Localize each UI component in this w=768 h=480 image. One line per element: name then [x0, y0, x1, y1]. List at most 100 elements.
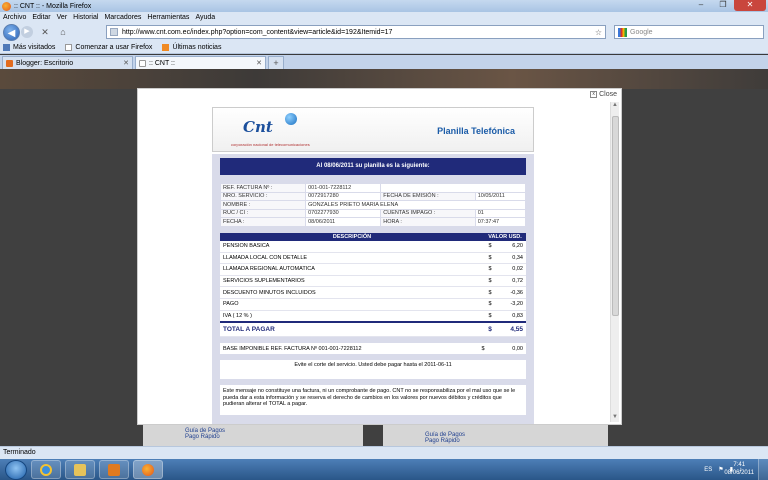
bookmark-comenzar[interactable]: Comenzar a usar Firefox — [65, 44, 152, 51]
bookmark-ultimas-noticias[interactable]: Últimas noticias — [162, 44, 221, 51]
background-links-left: Guía de Pagos Pago Rápido — [185, 428, 225, 440]
ie-icon — [40, 463, 52, 476]
total-value: 4,55 — [496, 320, 526, 338]
window-title: :: CNT :: - Mozilla Firefox — [14, 2, 92, 10]
bookmark-label: Más visitados — [13, 44, 56, 51]
base-currency: $ — [481, 345, 485, 352]
table-row: DESCUENTO MINUTOS INCLUIDOS $ -0,36 — [220, 286, 526, 299]
scroll-down-icon[interactable]: ▼ — [611, 414, 619, 422]
invoice-header: Cnt corporación nacional de telecomunica… — [212, 107, 534, 152]
invoice-banner: Al 08/06/2011 su planilla es la siguient… — [220, 158, 526, 175]
scroll-up-icon[interactable]: ▲ — [611, 102, 619, 110]
charges-table: DESCRIPCIÓN VALOR USD. PENSION BASICA $ … — [220, 232, 526, 338]
total-currency: $ — [484, 320, 496, 338]
tab-label: Blogger: Escritorio — [16, 59, 74, 67]
total-row: TOTAL A PAGAR $ 4,55 — [220, 320, 526, 338]
search-bar[interactable]: Google — [614, 25, 764, 39]
menu-ayuda[interactable]: Ayuda — [195, 14, 215, 21]
maximize-button[interactable]: ❐ — [712, 0, 734, 11]
customer-info-table: REF. FACTURA Nº : 001-001-7228112 NRO. S… — [219, 183, 527, 227]
time-label: HORA : — [380, 217, 476, 227]
forward-button[interactable]: ▶ — [21, 26, 33, 38]
payment-notice: Evite el corte del servicio. Usted debe … — [220, 360, 526, 380]
close-tab-icon[interactable]: ✕ — [256, 59, 262, 67]
window-title-bar[interactable]: :: CNT :: - Mozilla Firefox – ❐ ✕ — [0, 0, 768, 12]
ref-value: 001-001-7228112 — [305, 183, 382, 193]
base-value: 0,00 — [512, 345, 523, 352]
menu-ver[interactable]: Ver — [57, 14, 68, 21]
close-tab-icon[interactable]: ✕ — [123, 59, 129, 67]
row-value: 0,02 — [496, 263, 526, 276]
page-favicon-icon — [110, 28, 118, 36]
menu-archivo[interactable]: Archivo — [3, 14, 26, 21]
invoice-body: Al 08/06/2011 su planilla es la siguient… — [212, 154, 534, 424]
page-banner-image — [0, 69, 768, 89]
menu-historial[interactable]: Historial — [73, 14, 98, 21]
row-desc: DESCUENTO MINUTOS INCLUIDOS — [220, 286, 484, 299]
name-label: NOMBRE : — [219, 200, 307, 210]
taskbar-media-player[interactable] — [99, 460, 129, 479]
bookmark-mas-visitados[interactable]: Más visitados — [3, 44, 55, 51]
scrollbar-thumb[interactable] — [612, 116, 619, 316]
cnt-logo: Cnt — [243, 118, 273, 136]
row-desc: PAGO — [220, 298, 484, 311]
clock-time: 7:41 — [733, 462, 746, 468]
row-value: -3,20 — [496, 298, 526, 311]
total-label: TOTAL A PAGAR — [220, 320, 484, 338]
link-pago-rapido[interactable]: Pago Rápido — [425, 438, 465, 444]
time-value: 07:37:47 — [474, 217, 527, 227]
page-icon — [139, 59, 146, 67]
row-value: 0,72 — [496, 275, 526, 288]
service-value: 0072917280 — [305, 191, 382, 201]
row-desc: SERVICIOS SUPLEMENTARIOS — [220, 275, 484, 288]
bookmark-folder-icon — [3, 44, 10, 51]
tab-blogger[interactable]: Blogger: Escritorio ✕ — [2, 56, 133, 69]
col-description: DESCRIPCIÓN — [220, 232, 484, 241]
navigation-toolbar: ◀ ▶ ✕ ⌂ http://www.cnt.com.ec/index.php?… — [0, 22, 768, 42]
empty-cell — [380, 183, 526, 193]
row-value: -0,36 — [496, 286, 526, 299]
language-indicator[interactable]: ES — [704, 467, 712, 473]
table-row: LLAMADA REGIONAL AUTOMATICA $ 0,02 — [220, 263, 526, 276]
link-pago-rapido[interactable]: Pago Rápido — [185, 434, 225, 440]
flag-icon[interactable]: ⚑ — [718, 466, 723, 473]
start-button[interactable] — [5, 459, 27, 480]
taskbar-explorer[interactable] — [65, 460, 95, 479]
new-tab-button[interactable]: + — [268, 56, 284, 69]
menu-herramientas[interactable]: Herramientas — [147, 14, 189, 21]
url-bar[interactable]: http://www.cnt.com.ec/index.php?option=c… — [106, 25, 606, 39]
clock-date: 08/06/2011 — [724, 470, 754, 476]
tab-cnt[interactable]: :: CNT :: ✕ — [135, 56, 266, 69]
media-player-icon — [108, 463, 120, 476]
back-button[interactable]: ◀ — [3, 23, 20, 41]
ref-label: REF. FACTURA Nº : — [219, 183, 307, 193]
lightbox-scrollbar[interactable]: ▲ ▼ — [610, 102, 619, 422]
show-desktop-button[interactable] — [758, 459, 768, 480]
taskbar-ie[interactable] — [31, 460, 61, 479]
lightbox-close-button[interactable]: x Close — [590, 91, 617, 98]
menu-marcadores[interactable]: Marcadores — [104, 14, 141, 21]
menu-editar[interactable]: Editar — [32, 14, 50, 21]
windows-taskbar: ES ⚑ ▮ ♪ 7:41 08/06/2011 — [0, 459, 768, 480]
minimize-button[interactable]: – — [690, 0, 712, 11]
ruc-label: RUC / CI : — [219, 208, 307, 218]
close-window-button[interactable]: ✕ — [734, 0, 766, 11]
col-value: VALOR USD. — [484, 232, 526, 241]
page-icon — [65, 44, 73, 51]
cnt-logo-subtitle: corporación nacional de telecomunicacion… — [231, 142, 310, 147]
bookmark-star-icon[interactable]: ☆ — [595, 28, 602, 37]
clock[interactable]: 7:41 08/06/2011 — [724, 461, 754, 477]
tab-label: :: CNT :: — [149, 59, 175, 67]
window-controls: – ❐ ✕ — [690, 0, 766, 11]
table-row: IVA ( 12 % ) $ 0,83 — [220, 310, 526, 323]
invoice-content: Cnt corporación nacional de telecomunica… — [212, 107, 534, 424]
google-icon[interactable] — [618, 27, 627, 37]
row-desc: LLAMADA LOCAL CON DETALLE — [220, 252, 484, 265]
table-row: SERVICIOS SUPLEMENTARIOS $ 0,72 — [220, 275, 526, 288]
row-value: 6,20 — [496, 240, 526, 253]
taskbar-firefox[interactable] — [133, 460, 163, 479]
stop-button[interactable]: ✕ — [39, 27, 51, 38]
home-button[interactable]: ⌂ — [57, 27, 69, 37]
taxable-base-row: BASE IMPONIBLE REF. FACTURA Nº 001-001-7… — [220, 343, 526, 355]
row-desc: LLAMADA REGIONAL AUTOMATICA — [220, 263, 484, 276]
